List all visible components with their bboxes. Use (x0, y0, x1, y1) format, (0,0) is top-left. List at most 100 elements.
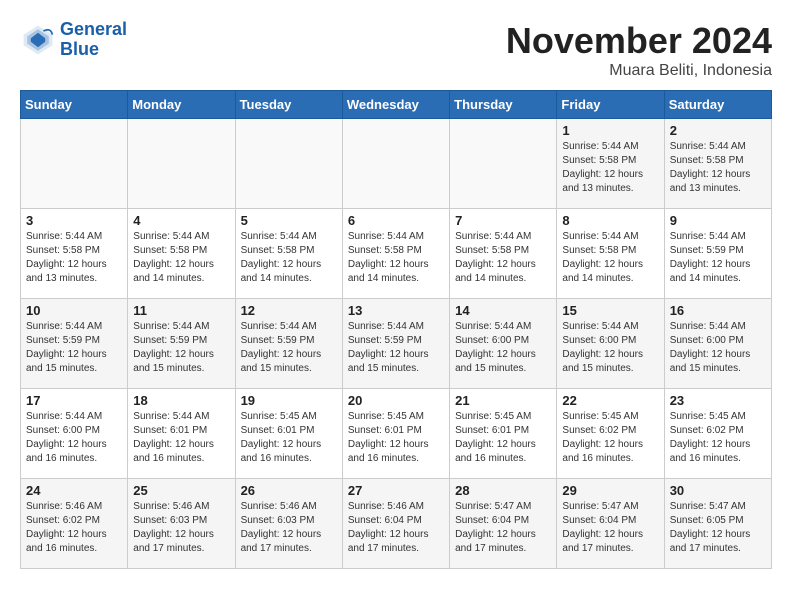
day-info: Sunrise: 5:44 AM Sunset: 5:59 PM Dayligh… (670, 230, 766, 286)
calendar-day-cell: 22Sunrise: 5:45 AM Sunset: 6:02 PM Dayli… (557, 389, 664, 479)
day-info: Sunrise: 5:47 AM Sunset: 6:04 PM Dayligh… (455, 500, 551, 556)
day-number: 11 (133, 303, 229, 318)
day-number: 8 (562, 213, 658, 228)
calendar-day-cell: 15Sunrise: 5:44 AM Sunset: 6:00 PM Dayli… (557, 299, 664, 389)
calendar-day-cell: 8Sunrise: 5:44 AM Sunset: 5:58 PM Daylig… (557, 209, 664, 299)
day-info: Sunrise: 5:44 AM Sunset: 5:58 PM Dayligh… (241, 230, 337, 286)
day-number: 22 (562, 393, 658, 408)
calendar-day-cell (450, 119, 557, 209)
day-number: 17 (26, 393, 122, 408)
day-info: Sunrise: 5:47 AM Sunset: 6:05 PM Dayligh… (670, 500, 766, 556)
day-info: Sunrise: 5:45 AM Sunset: 6:01 PM Dayligh… (241, 410, 337, 466)
logo-line2: Blue (60, 40, 127, 60)
day-info: Sunrise: 5:44 AM Sunset: 5:58 PM Dayligh… (670, 140, 766, 196)
weekday-header: Wednesday (342, 91, 449, 119)
logo-line1: General (60, 20, 127, 40)
calendar-day-cell: 1 Sunrise: 5:44 AM Sunset: 5:58 PM Daylig… (557, 119, 664, 209)
day-number: 25 (133, 483, 229, 498)
day-number: 6 (348, 213, 444, 228)
day-info: Sunrise: 5:44 AM Sunset: 5:58 PM Dayligh… (562, 140, 658, 196)
day-info: Sunrise: 5:45 AM Sunset: 6:01 PM Dayligh… (348, 410, 444, 466)
day-info: Sunrise: 5:46 AM Sunset: 6:04 PM Dayligh… (348, 500, 444, 556)
day-number: 28 (455, 483, 551, 498)
day-number: 19 (241, 393, 337, 408)
day-info: Sunrise: 5:44 AM Sunset: 6:01 PM Dayligh… (133, 410, 229, 466)
day-number: 2 (670, 123, 766, 138)
day-number: 18 (133, 393, 229, 408)
day-number: 27 (348, 483, 444, 498)
calendar-day-cell: 5 Sunrise: 5:44 AM Sunset: 5:58 PM Daylig… (235, 209, 342, 299)
day-number: 5 (241, 213, 337, 228)
day-number: 23 (670, 393, 766, 408)
calendar-day-cell: 17 Sunrise: 5:44 AM Sunset: 6:00 PM Dayli… (21, 389, 128, 479)
calendar-day-cell: 2 Sunrise: 5:44 AM Sunset: 5:58 PM Daylig… (664, 119, 771, 209)
day-info: Sunrise: 5:44 AM Sunset: 6:00 PM Dayligh… (670, 320, 766, 376)
calendar-day-cell: 27 Sunrise: 5:46 AM Sunset: 6:04 PM Dayli… (342, 479, 449, 569)
day-number: 13 (348, 303, 444, 318)
day-number: 16 (670, 303, 766, 318)
calendar-day-cell: 26 Sunrise: 5:46 AM Sunset: 6:03 PM Dayli… (235, 479, 342, 569)
calendar-day-cell (128, 119, 235, 209)
day-info: Sunrise: 5:44 AM Sunset: 5:58 PM Dayligh… (455, 230, 551, 286)
day-info: Sunrise: 5:44 AM Sunset: 6:00 PM Dayligh… (26, 410, 122, 466)
day-info: Sunrise: 5:44 AM Sunset: 6:00 PM Dayligh… (562, 320, 658, 376)
calendar-week-row: 24 Sunrise: 5:46 AM Sunset: 6:02 PM Dayli… (21, 479, 772, 569)
calendar-day-cell: 18 Sunrise: 5:44 AM Sunset: 6:01 PM Dayli… (128, 389, 235, 479)
day-info: Sunrise: 5:44 AM Sunset: 5:59 PM Dayligh… (133, 320, 229, 376)
calendar-day-cell: 13Sunrise: 5:44 AM Sunset: 5:59 PM Dayli… (342, 299, 449, 389)
calendar-day-cell: 14 Sunrise: 5:44 AM Sunset: 6:00 PM Dayli… (450, 299, 557, 389)
calendar-day-cell (235, 119, 342, 209)
day-info: Sunrise: 5:46 AM Sunset: 6:02 PM Dayligh… (26, 500, 122, 556)
weekday-header: Friday (557, 91, 664, 119)
day-number: 29 (562, 483, 658, 498)
calendar-week-row: 10Sunrise: 5:44 AM Sunset: 5:59 PM Dayli… (21, 299, 772, 389)
calendar-day-cell: 9 Sunrise: 5:44 AM Sunset: 5:59 PM Daylig… (664, 209, 771, 299)
day-info: Sunrise: 5:44 AM Sunset: 5:58 PM Dayligh… (133, 230, 229, 286)
day-number: 9 (670, 213, 766, 228)
calendar-week-row: 3 Sunrise: 5:44 AM Sunset: 5:58 PM Daylig… (21, 209, 772, 299)
calendar-day-cell: 4Sunrise: 5:44 AM Sunset: 5:58 PM Daylig… (128, 209, 235, 299)
day-number: 21 (455, 393, 551, 408)
calendar-week-row: 17 Sunrise: 5:44 AM Sunset: 6:00 PM Dayli… (21, 389, 772, 479)
calendar-day-cell: 12 Sunrise: 5:44 AM Sunset: 5:59 PM Dayli… (235, 299, 342, 389)
weekday-header: Sunday (21, 91, 128, 119)
day-info: Sunrise: 5:44 AM Sunset: 5:59 PM Dayligh… (241, 320, 337, 376)
day-info: Sunrise: 5:46 AM Sunset: 6:03 PM Dayligh… (241, 500, 337, 556)
day-info: Sunrise: 5:44 AM Sunset: 6:00 PM Dayligh… (455, 320, 551, 376)
calendar-day-cell: 6 Sunrise: 5:44 AM Sunset: 5:58 PM Daylig… (342, 209, 449, 299)
location: Muara Beliti, Indonesia (506, 62, 772, 80)
day-number: 24 (26, 483, 122, 498)
day-number: 26 (241, 483, 337, 498)
calendar-day-cell: 20 Sunrise: 5:45 AM Sunset: 6:01 PM Dayli… (342, 389, 449, 479)
day-info: Sunrise: 5:47 AM Sunset: 6:04 PM Dayligh… (562, 500, 658, 556)
day-info: Sunrise: 5:46 AM Sunset: 6:03 PM Dayligh… (133, 500, 229, 556)
calendar-day-cell: 29 Sunrise: 5:47 AM Sunset: 6:04 PM Dayli… (557, 479, 664, 569)
weekday-header-row: SundayMondayTuesdayWednesdayThursdayFrid… (21, 91, 772, 119)
day-info: Sunrise: 5:44 AM Sunset: 5:58 PM Dayligh… (26, 230, 122, 286)
day-info: Sunrise: 5:45 AM Sunset: 6:01 PM Dayligh… (455, 410, 551, 466)
weekday-header: Tuesday (235, 91, 342, 119)
day-info: Sunrise: 5:44 AM Sunset: 5:59 PM Dayligh… (26, 320, 122, 376)
calendar-week-row: 1 Sunrise: 5:44 AM Sunset: 5:58 PM Daylig… (21, 119, 772, 209)
day-number: 14 (455, 303, 551, 318)
calendar-table: SundayMondayTuesdayWednesdayThursdayFrid… (20, 90, 772, 569)
calendar-day-cell (342, 119, 449, 209)
calendar-day-cell: 25 Sunrise: 5:46 AM Sunset: 6:03 PM Dayli… (128, 479, 235, 569)
day-info: Sunrise: 5:44 AM Sunset: 5:58 PM Dayligh… (348, 230, 444, 286)
day-number: 12 (241, 303, 337, 318)
weekday-header: Monday (128, 91, 235, 119)
calendar-day-cell: 7Sunrise: 5:44 AM Sunset: 5:58 PM Daylig… (450, 209, 557, 299)
day-number: 1 (562, 123, 658, 138)
day-number: 20 (348, 393, 444, 408)
calendar-day-cell: 21 Sunrise: 5:45 AM Sunset: 6:01 PM Dayli… (450, 389, 557, 479)
calendar-day-cell (21, 119, 128, 209)
logo-icon (20, 22, 56, 58)
calendar-day-cell: 23Sunrise: 5:45 AM Sunset: 6:02 PM Dayli… (664, 389, 771, 479)
calendar-day-cell: 30Sunrise: 5:47 AM Sunset: 6:05 PM Dayli… (664, 479, 771, 569)
page-header: General Blue November 2024 Muara Beliti,… (20, 20, 772, 80)
calendar-day-cell: 19 Sunrise: 5:45 AM Sunset: 6:01 PM Dayli… (235, 389, 342, 479)
day-number: 3 (26, 213, 122, 228)
calendar-day-cell: 11 Sunrise: 5:44 AM Sunset: 5:59 PM Dayli… (128, 299, 235, 389)
weekday-header: Saturday (664, 91, 771, 119)
calendar-day-cell: 24 Sunrise: 5:46 AM Sunset: 6:02 PM Dayli… (21, 479, 128, 569)
